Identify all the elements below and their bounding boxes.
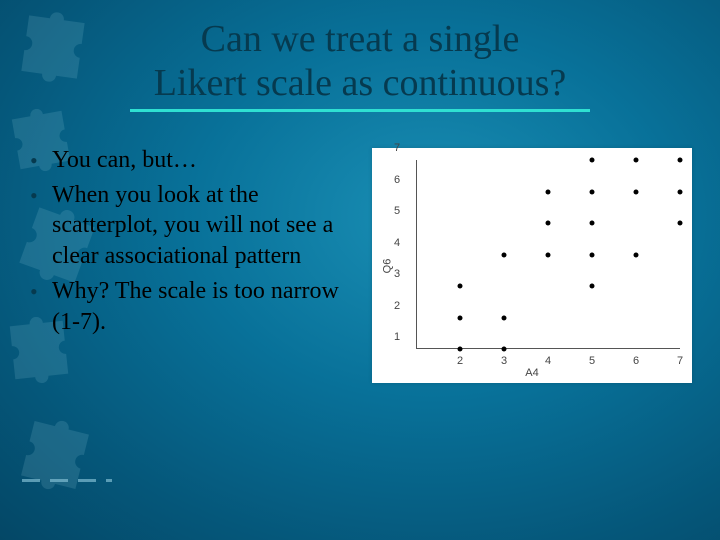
chart-y-tick: 7 xyxy=(394,142,400,154)
chart-point xyxy=(546,189,551,194)
puzzle-icon xyxy=(13,413,98,498)
chart-point xyxy=(458,315,463,320)
chart-y-tick: 5 xyxy=(394,205,400,217)
slide-title: Can we treat a single Likert scale as co… xyxy=(0,18,720,112)
chart-point xyxy=(502,347,507,352)
chart-point xyxy=(546,221,551,226)
chart-point xyxy=(502,315,507,320)
chart-point xyxy=(678,158,683,163)
chart-point xyxy=(546,252,551,257)
chart-plot-area: 1234567234567 xyxy=(416,160,680,349)
chart-point xyxy=(590,221,595,226)
chart-point xyxy=(458,284,463,289)
chart-x-tick: 3 xyxy=(501,355,507,367)
chart-y-label: Q6 xyxy=(381,258,393,273)
chart-x-tick: 7 xyxy=(677,355,683,367)
chart-point xyxy=(590,189,595,194)
chart-y-tick: 1 xyxy=(394,331,400,343)
chart-point xyxy=(634,158,639,163)
chart-point xyxy=(590,158,595,163)
chart-x-axis xyxy=(416,348,680,349)
chart-point xyxy=(590,252,595,257)
chart-point xyxy=(634,252,639,257)
chart-y-tick: 6 xyxy=(394,174,400,186)
bullet-item: You can, but… xyxy=(30,145,370,176)
chart-point xyxy=(678,221,683,226)
chart-point xyxy=(458,347,463,352)
bullet-item: Why? The scale is too narrow (1-7). xyxy=(30,276,370,337)
chart-x-tick: 5 xyxy=(589,355,595,367)
chart-point xyxy=(590,284,595,289)
chart-point xyxy=(678,189,683,194)
chart-point xyxy=(634,189,639,194)
chart-y-axis xyxy=(416,160,417,349)
bullet-list: You can, but… When you look at the scatt… xyxy=(30,145,370,341)
chart-x-tick: 4 xyxy=(545,355,551,367)
title-line-2: Likert scale as continuous? xyxy=(154,62,567,104)
bullet-item: When you look at the scatterplot, you wi… xyxy=(30,180,370,272)
chart-point xyxy=(502,252,507,257)
title-line-1: Can we treat a single xyxy=(201,18,520,60)
chart-y-tick: 4 xyxy=(394,237,400,249)
scatter-chart: Q6 A4 1234567234567 xyxy=(372,148,692,383)
footer-divider xyxy=(22,479,112,482)
chart-x-tick: 6 xyxy=(633,355,639,367)
chart-y-tick: 2 xyxy=(394,300,400,312)
title-underline xyxy=(130,109,590,112)
chart-x-label: A4 xyxy=(525,367,538,379)
chart-x-tick: 2 xyxy=(457,355,463,367)
chart-y-tick: 3 xyxy=(394,268,400,280)
